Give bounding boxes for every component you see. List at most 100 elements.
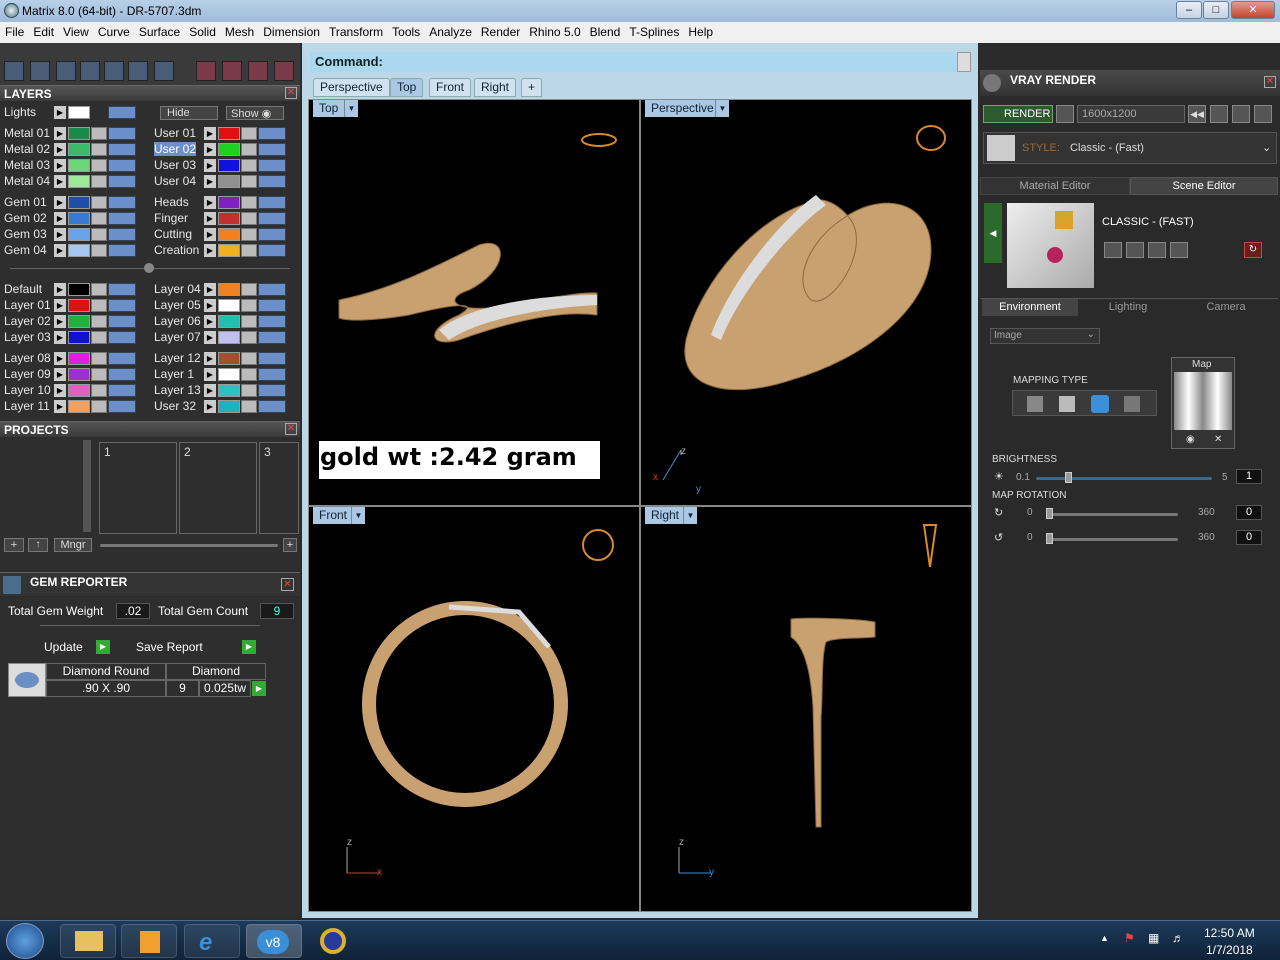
minimize-button[interactable]: – (1176, 1, 1202, 19)
refresh-icon[interactable]: ↻ (1244, 242, 1262, 258)
expand-icon[interactable]: ▶ (54, 127, 66, 140)
expand-icon[interactable]: ▶ (54, 228, 66, 241)
layer-row[interactable]: Layer 10 ▶ (0, 383, 146, 398)
lock-icon[interactable] (241, 196, 257, 209)
layer-color-swatch[interactable] (68, 175, 90, 188)
layer-row[interactable]: Metal 02 ▶ (0, 142, 146, 157)
menu-analyze[interactable]: Analyze (424, 22, 476, 39)
lock-icon[interactable] (91, 175, 107, 188)
layer-color-swatch[interactable] (68, 384, 90, 397)
close-button[interactable]: ✕ (1231, 1, 1275, 19)
menu-view[interactable]: View (58, 22, 93, 39)
layer-color-swatch[interactable] (218, 143, 240, 156)
cube-tool-icon[interactable] (56, 61, 76, 81)
rotation1-knob[interactable] (1046, 508, 1053, 519)
brightness-value[interactable]: 1 (1236, 469, 1262, 484)
clock-time[interactable]: 12:50 AM (1204, 926, 1255, 940)
layer-row[interactable]: Layer 12 ▶ (150, 351, 296, 366)
lock-icon[interactable] (241, 127, 257, 140)
prong-tool-icon[interactable] (222, 61, 242, 81)
expand-icon[interactable]: ▶ (204, 244, 216, 257)
menu-dimension[interactable]: Dimension (258, 22, 324, 39)
expand-icon[interactable]: ▶ (54, 143, 66, 156)
lock-icon[interactable] (241, 244, 257, 257)
projects-slider[interactable] (100, 544, 278, 547)
layer-row[interactable]: Layer 07 ▶ (150, 330, 296, 345)
lock-icon[interactable] (241, 331, 257, 344)
sphere-mapping-icon[interactable] (1091, 395, 1109, 413)
layer-row[interactable]: Gem 02 ▶ (0, 211, 146, 226)
tab-environment[interactable]: Environment (982, 299, 1078, 316)
expand-icon[interactable]: ▶ (204, 299, 216, 312)
layer-color-swatch[interactable] (68, 127, 90, 140)
layer-color-swatch[interactable] (218, 127, 240, 140)
lock-icon[interactable] (241, 175, 257, 188)
tab-top[interactable]: Top (390, 78, 424, 97)
hide-button[interactable]: Hide (160, 106, 218, 120)
layer-color-swatch[interactable] (68, 331, 90, 344)
command-bar[interactable]: Command: (310, 52, 956, 72)
visibility-icon[interactable] (108, 283, 136, 296)
layer-row[interactable]: Default ▶ (0, 282, 146, 297)
environment-mode-select[interactable]: Image ⌄ (990, 328, 1100, 344)
box-tool-icon[interactable] (80, 61, 100, 81)
expand-icon[interactable]: ▶ (54, 212, 66, 225)
image-icon[interactable] (1210, 105, 1228, 123)
layer-row[interactable]: User 03 ▶ (150, 158, 296, 173)
layer-color-swatch[interactable] (68, 315, 90, 328)
lock-icon[interactable] (91, 212, 107, 225)
layer-row[interactable]: Layer 01 ▶ (0, 298, 146, 313)
visibility-icon[interactable] (108, 143, 136, 156)
lock-icon[interactable] (241, 212, 257, 225)
internet-explorer-taskbar-icon[interactable]: e (184, 924, 240, 958)
visibility-icon[interactable] (108, 299, 136, 312)
window-tool-icon[interactable] (30, 61, 50, 81)
tab-camera[interactable]: Camera (1178, 299, 1274, 316)
layer-row[interactable]: Layer 08 ▶ (0, 351, 146, 366)
setting-tool-icon[interactable] (248, 61, 268, 81)
expand-icon[interactable]: ▶ (54, 175, 66, 188)
lock-icon[interactable] (91, 331, 107, 344)
style-selector[interactable]: STYLE: Classic - (Fast) ⌄ (983, 132, 1277, 164)
gem-row-play-icon[interactable]: ▶ (252, 681, 266, 696)
map-slot[interactable]: Map ◉ ✕ (1171, 357, 1235, 449)
expand-icon[interactable]: ▶ (204, 352, 216, 365)
visibility-icon[interactable] (258, 212, 286, 225)
rotation2-slider[interactable] (1046, 538, 1178, 541)
visibility-icon[interactable] (108, 315, 136, 328)
expand-icon[interactable]: ▶ (204, 400, 216, 413)
planar-mapping-icon[interactable] (1027, 396, 1043, 412)
expand-icon[interactable]: ▶ (204, 196, 216, 209)
layer-color-swatch[interactable] (68, 106, 90, 119)
layer-color-swatch[interactable] (68, 196, 90, 209)
layer-color-swatch[interactable] (218, 159, 240, 172)
tab-material-editor[interactable]: Material Editor (980, 177, 1130, 195)
expand-icon[interactable]: ▶ (204, 228, 216, 241)
zoom-in-icon[interactable]: + (283, 538, 297, 552)
resolution-select[interactable]: 1600x1200 (1077, 105, 1185, 123)
viewport-right[interactable]: Right ▼ z y (640, 506, 972, 912)
layer-color-swatch[interactable] (218, 315, 240, 328)
expand-icon[interactable]: ▶ (54, 352, 66, 365)
lock-icon[interactable] (91, 244, 107, 257)
lock-icon[interactable] (91, 315, 107, 328)
visibility-icon[interactable] (258, 400, 286, 413)
lock-icon[interactable] (241, 143, 257, 156)
menu-tsplines[interactable]: T-Splines (624, 22, 683, 39)
matrix-taskbar-icon[interactable]: v8 (246, 924, 302, 958)
expand-icon[interactable]: ▶ (204, 315, 216, 328)
layer-row[interactable]: Metal 03 ▶ (0, 158, 146, 173)
layer-row[interactable]: Metal 04 ▶ (0, 174, 146, 189)
layer-row[interactable]: Layer 03 ▶ (0, 330, 146, 345)
layer-color-swatch[interactable] (68, 352, 90, 365)
layer-color-swatch[interactable] (218, 283, 240, 296)
visibility-icon[interactable] (258, 384, 286, 397)
layer-row[interactable]: User 04 ▶ (150, 174, 296, 189)
visibility-icon[interactable] (258, 299, 286, 312)
expand-icon[interactable]: ▶ (204, 368, 216, 381)
visibility-icon[interactable] (108, 159, 136, 172)
rotation1-value[interactable]: 0 (1236, 505, 1262, 520)
visibility-icon[interactable] (108, 196, 136, 209)
action-center-icon[interactable]: ⚑ (1124, 931, 1135, 945)
expand-icon[interactable]: ▶ (54, 299, 66, 312)
